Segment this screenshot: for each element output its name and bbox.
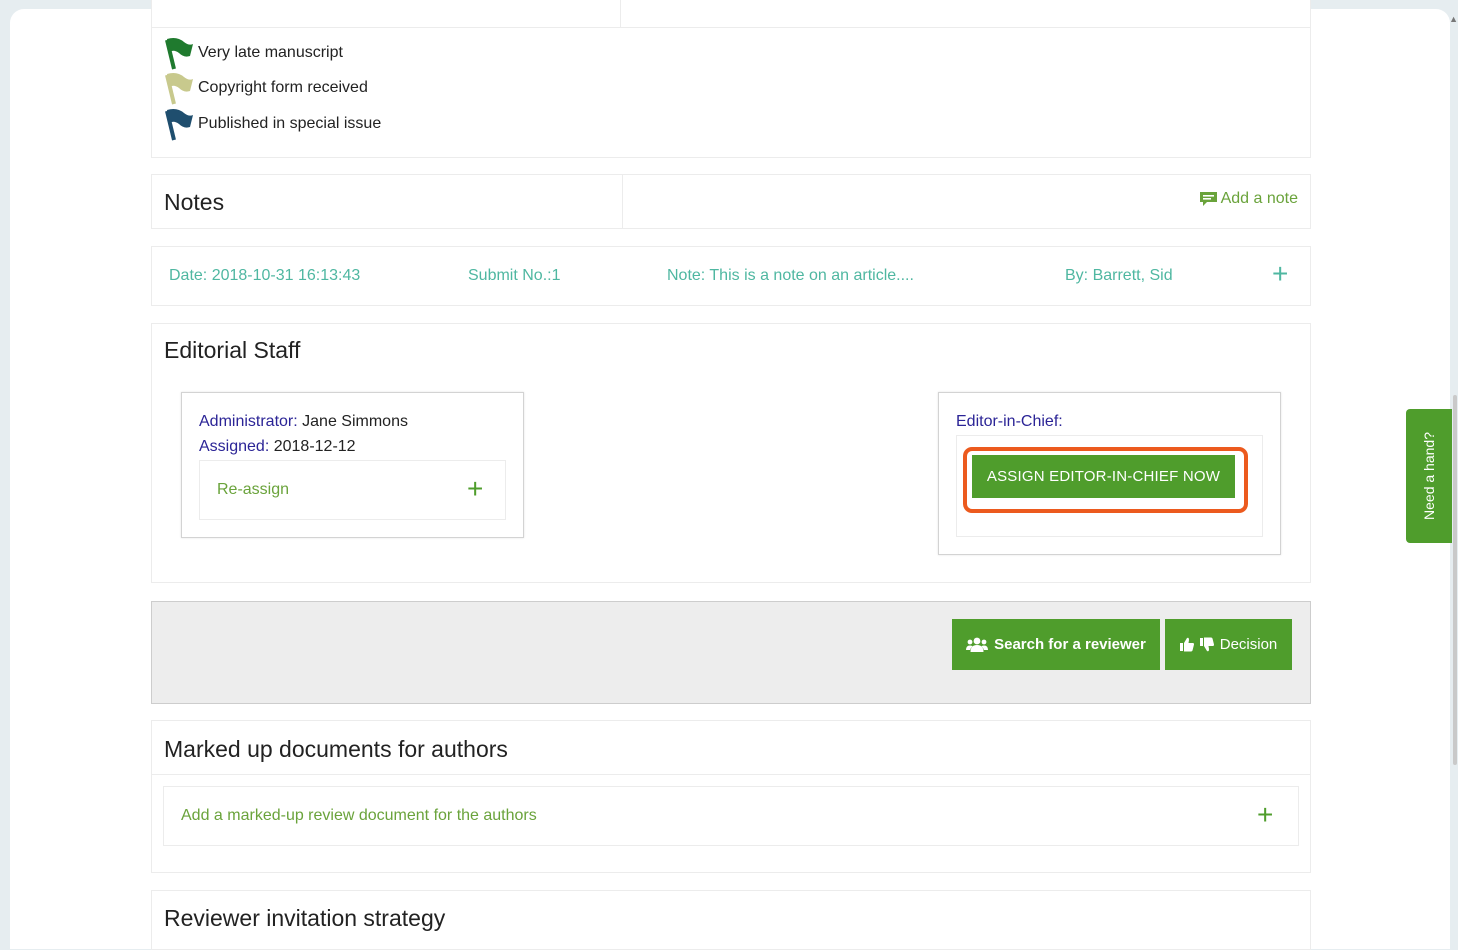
- reassign-row[interactable]: Re-assign +: [199, 460, 506, 520]
- divider: [620, 0, 621, 27]
- editor-in-chief-card: Editor-in-Chief: ASSIGN EDITOR-IN-CHIEF …: [938, 392, 1281, 555]
- editor-in-chief-line: Editor-in-Chief:: [956, 413, 1063, 431]
- flag-label: Published in special issue: [198, 115, 382, 132]
- administrator-label: Administrator:: [199, 413, 298, 430]
- search-reviewer-button[interactable]: Search for a reviewer: [952, 619, 1160, 670]
- add-marked-up-row[interactable]: Add a marked-up review document for the …: [163, 786, 1299, 846]
- administrator-line: Administrator: Jane Simmons: [199, 413, 408, 431]
- flag-icon: [165, 38, 193, 70]
- scrollbar[interactable]: ▲: [1449, 0, 1458, 935]
- editorial-staff-panel: Editorial Staff Administrator: Jane Simm…: [151, 323, 1311, 583]
- administrator-name: Jane Simmons: [302, 413, 408, 430]
- flag-icon: [165, 109, 193, 141]
- scroll-up-arrow-icon[interactable]: ▲: [1449, 14, 1458, 24]
- flag-label: Very late manuscript: [198, 44, 343, 61]
- reassign-plus-icon[interactable]: +: [467, 475, 483, 503]
- thumbs-down-icon: [1199, 637, 1214, 652]
- flag-icon: [165, 73, 193, 105]
- need-a-hand-tab[interactable]: Need a hand?: [1406, 409, 1452, 543]
- add-note-label: Add a note: [1220, 190, 1298, 207]
- flag-item: Very late manuscript: [164, 38, 343, 70]
- note-date: Date: 2018-10-31 16:13:43: [169, 267, 361, 284]
- note-author: By: Barrett, Sid: [1065, 267, 1173, 284]
- flag-item: Published in special issue: [164, 109, 382, 141]
- editorial-staff-title: Editorial Staff: [164, 337, 301, 363]
- divider: [622, 175, 623, 228]
- add-note-link[interactable]: Add a note: [1199, 190, 1298, 208]
- note-submit-number: Submit No.:1: [468, 267, 561, 284]
- reviewer-invitation-title: Reviewer invitation strategy: [164, 905, 446, 931]
- administrator-card: Administrator: Jane Simmons Assigned: 20…: [181, 392, 524, 538]
- flag-label: Copyright form received: [198, 79, 368, 96]
- action-bar: Search for a reviewer Decision: [151, 601, 1311, 704]
- notes-title: Notes: [164, 189, 225, 215]
- marked-up-documents-panel: Marked up documents for authors Add a ma…: [151, 720, 1311, 873]
- note-text: Note: This is a note on an article....: [667, 267, 914, 284]
- notes-header: Notes Add a note: [151, 174, 1311, 229]
- thumbs-up-icon: [1179, 637, 1194, 652]
- marked-up-title: Marked up documents for authors: [164, 736, 508, 762]
- need-a-hand-label: Need a hand?: [1421, 432, 1437, 520]
- search-reviewer-label: Search for a reviewer: [994, 636, 1146, 653]
- divider: [152, 27, 1310, 28]
- note-row[interactable]: Date: 2018-10-31 16:13:43 Submit No.:1 N…: [151, 246, 1311, 306]
- divider: [152, 774, 1310, 775]
- editor-in-chief-label: Editor-in-Chief:: [956, 413, 1063, 430]
- decision-button[interactable]: Decision: [1165, 619, 1292, 670]
- users-icon: [966, 637, 989, 652]
- expand-note-plus-icon[interactable]: +: [1272, 260, 1288, 288]
- assigned-label: Assigned:: [199, 438, 270, 455]
- flags-panel: Very late manuscript Copyright form rece…: [151, 0, 1311, 158]
- assign-editor-in-chief-button[interactable]: ASSIGN EDITOR-IN-CHIEF NOW: [972, 455, 1235, 498]
- assigned-date: 2018-12-12: [273, 438, 356, 455]
- reviewer-invitation-panel: Reviewer invitation strategy: [151, 890, 1311, 950]
- assigned-line: Assigned: 2018-12-12: [199, 438, 356, 456]
- decision-label: Decision: [1219, 636, 1278, 653]
- flag-item: Copyright form received: [164, 73, 368, 105]
- add-marked-up-plus-icon[interactable]: +: [1257, 801, 1273, 829]
- comment-icon: [1199, 192, 1217, 206]
- scroll-thumb[interactable]: [1453, 395, 1457, 765]
- reassign-link[interactable]: Re-assign: [217, 481, 289, 499]
- add-marked-up-link[interactable]: Add a marked-up review document for the …: [181, 807, 537, 825]
